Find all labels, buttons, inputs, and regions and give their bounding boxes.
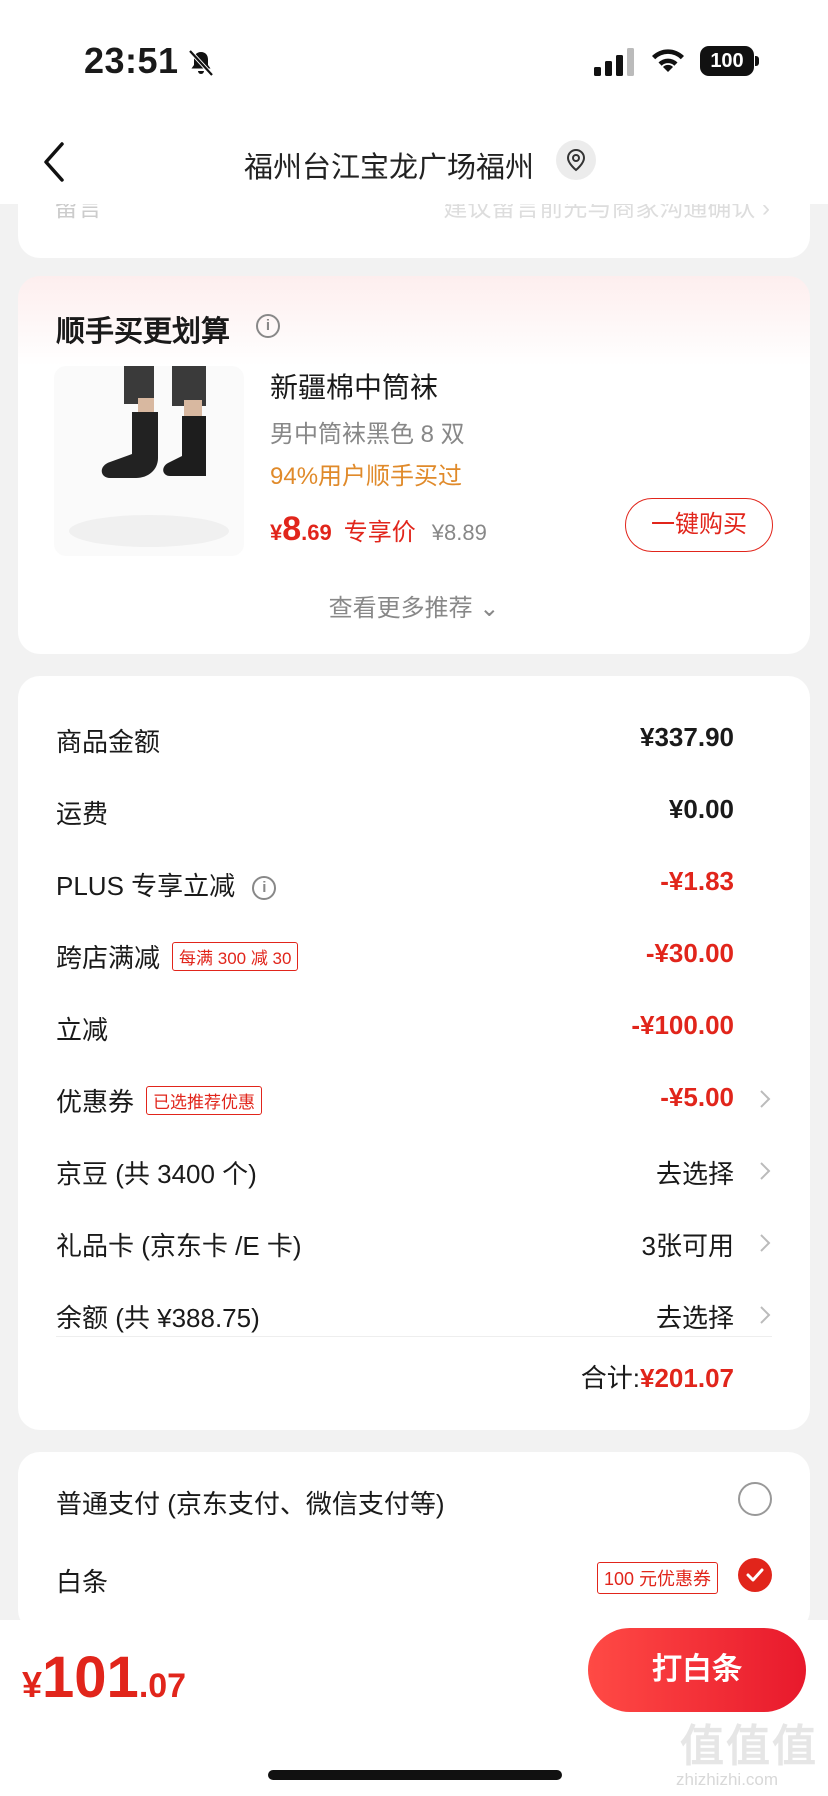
watermark-logo: 值值值 [680,1722,818,1771]
coupon-tag: 已选推荐优惠 [146,1086,263,1115]
row-label: 京豆 (共 3400 个) [56,1159,257,1189]
battery-icon: 100 [700,46,759,76]
order-total: 合计:¥201.07 [581,1358,734,1395]
row-label-text: PLUS 专享立减 [56,871,236,901]
nav-bar: 福州台江宝龙广场福州 [0,120,828,204]
total-value: ¥201.07 [640,1363,734,1393]
message-label: 留言 [54,204,102,222]
price-decimal: .69 [301,520,332,545]
summary-row-goods: 商品金额 ¥337.90 [56,714,772,764]
location-pin-icon[interactable] [556,140,596,180]
row-label: 余额 (共 ¥388.75) [56,1303,260,1333]
row-value: 3张可用 [641,1231,734,1261]
row-label: 优惠券 已选推荐优惠 [56,1082,263,1119]
price-symbol: ¥ [270,520,283,545]
more-recommendations-link[interactable]: 查看更多推荐 ⌄ [18,588,810,623]
amount-symbol: ¥ [22,1664,43,1705]
price-integer: 8 [282,510,302,548]
row-label-text: 跨店满减 [56,943,161,973]
recommend-card: 顺手买更划算 i 新疆棉中筒袜 男中筒袜黑色 8 双 94%用户顺手买过 ¥8.… [18,276,810,654]
wifi-icon [652,49,684,72]
payment-radio-baitiao[interactable] [738,1558,772,1592]
pay-baitiao-button[interactable]: 打白条 [588,1628,806,1712]
original-price: ¥8.89 [431,520,487,545]
summary-row-balance[interactable]: 余额 (共 ¥388.75) 去选择 [56,1290,772,1340]
payment-option-baitiao[interactable]: 白条 [56,1562,108,1599]
product-spec: 男中筒袜黑色 8 双 [270,421,465,448]
summary-row-shipping: 运费 ¥0.00 [56,786,772,836]
exclusive-price-label: 专享价 [343,519,416,546]
status-bar: 23:51 100 [0,0,828,120]
summary-row-cross-store: 跨店满减 每满 300 减 30 -¥30.00 [56,930,772,980]
payment-method-card: 普通支付 (京东支付、微信支付等) 白条 100 元优惠券 [18,1452,810,1632]
bottom-pay-bar: ¥101.07 打白条 值值值 zhizhizhi.com [0,1620,828,1796]
recommend-title: 顺手买更划算 [56,316,231,348]
row-value: -¥100.00 [631,1010,734,1040]
payable-amount: ¥101.07 [22,1644,186,1711]
cellular-signal-icon [594,48,634,76]
home-indicator[interactable] [268,1770,562,1780]
amount-integer: 101 [42,1645,139,1710]
summary-row-coupon[interactable]: 优惠券 已选推荐优惠 -¥5.00 [56,1074,772,1124]
row-value: ¥337.90 [640,722,734,752]
info-icon[interactable]: i [256,314,280,338]
payment-radio-normal[interactable] [738,1482,772,1516]
mute-bell-icon [188,49,214,77]
row-label-text: 优惠券 [56,1087,135,1117]
row-label: 跨店满减 每满 300 减 30 [56,938,299,975]
battery-level: 100 [700,46,754,76]
divider [56,1336,772,1337]
summary-row-jingdou[interactable]: 京豆 (共 3400 个) 去选择 [56,1146,772,1196]
row-label: 礼品卡 (京东卡 /E 卡) [56,1231,302,1261]
amount-decimal: .07 [138,1667,187,1705]
row-value: 去选择 [655,1303,734,1333]
baitiao-coupon-tag: 100 元优惠券 [596,1562,718,1594]
row-value: -¥5.00 [660,1082,734,1112]
total-label: 合计: [580,1363,641,1393]
status-time: 23:51 [84,40,179,81]
message-card: 留言 建议留言前先与商家沟通确认 › [18,204,810,258]
row-value: 去选择 [655,1159,734,1189]
chevron-right-icon [760,1306,771,1324]
row-value: -¥1.83 [660,866,734,896]
row-label: 运费 [56,799,109,829]
summary-row-plus-discount: PLUS 专享立减 i -¥1.83 [56,858,772,908]
page-title: 福州台江宝龙广场福州 [243,152,534,184]
chevron-right-icon [760,1234,771,1252]
product-name[interactable]: 新疆棉中筒袜 [270,366,438,406]
message-hint[interactable]: 建议留言前先与商家沟通确认 › [443,204,770,223]
watermark-url: zhizhizhi.com [676,1770,779,1789]
row-label: 商品金额 [56,727,161,757]
summary-row-instant-discount: 立减 -¥100.00 [56,1002,772,1052]
price-summary-card: 商品金额 ¥337.90 运费 ¥0.00 PLUS 专享立减 i -¥1.83… [18,676,810,1430]
product-image[interactable] [54,366,244,556]
product-buyers-text: 94%用户顺手买过 [270,463,463,490]
summary-row-gift-card[interactable]: 礼品卡 (京东卡 /E 卡) 3张可用 [56,1218,772,1268]
payment-option-normal[interactable]: 普通支付 (京东支付、微信支付等) [56,1484,445,1521]
row-label: 立减 [56,1015,109,1045]
chevron-right-icon [760,1162,771,1180]
chevron-right-icon [760,1090,771,1108]
row-label: PLUS 专享立减 i [56,866,277,903]
row-value: ¥0.00 [668,794,734,824]
promo-tag: 每满 300 减 30 [172,942,299,971]
check-icon [746,1568,764,1582]
info-icon[interactable]: i [252,876,277,901]
product-price: ¥8.69 专享价 ¥8.89 [270,510,487,549]
row-value: -¥30.00 [645,938,734,968]
one-click-buy-button[interactable]: 一键购买 [625,498,773,552]
